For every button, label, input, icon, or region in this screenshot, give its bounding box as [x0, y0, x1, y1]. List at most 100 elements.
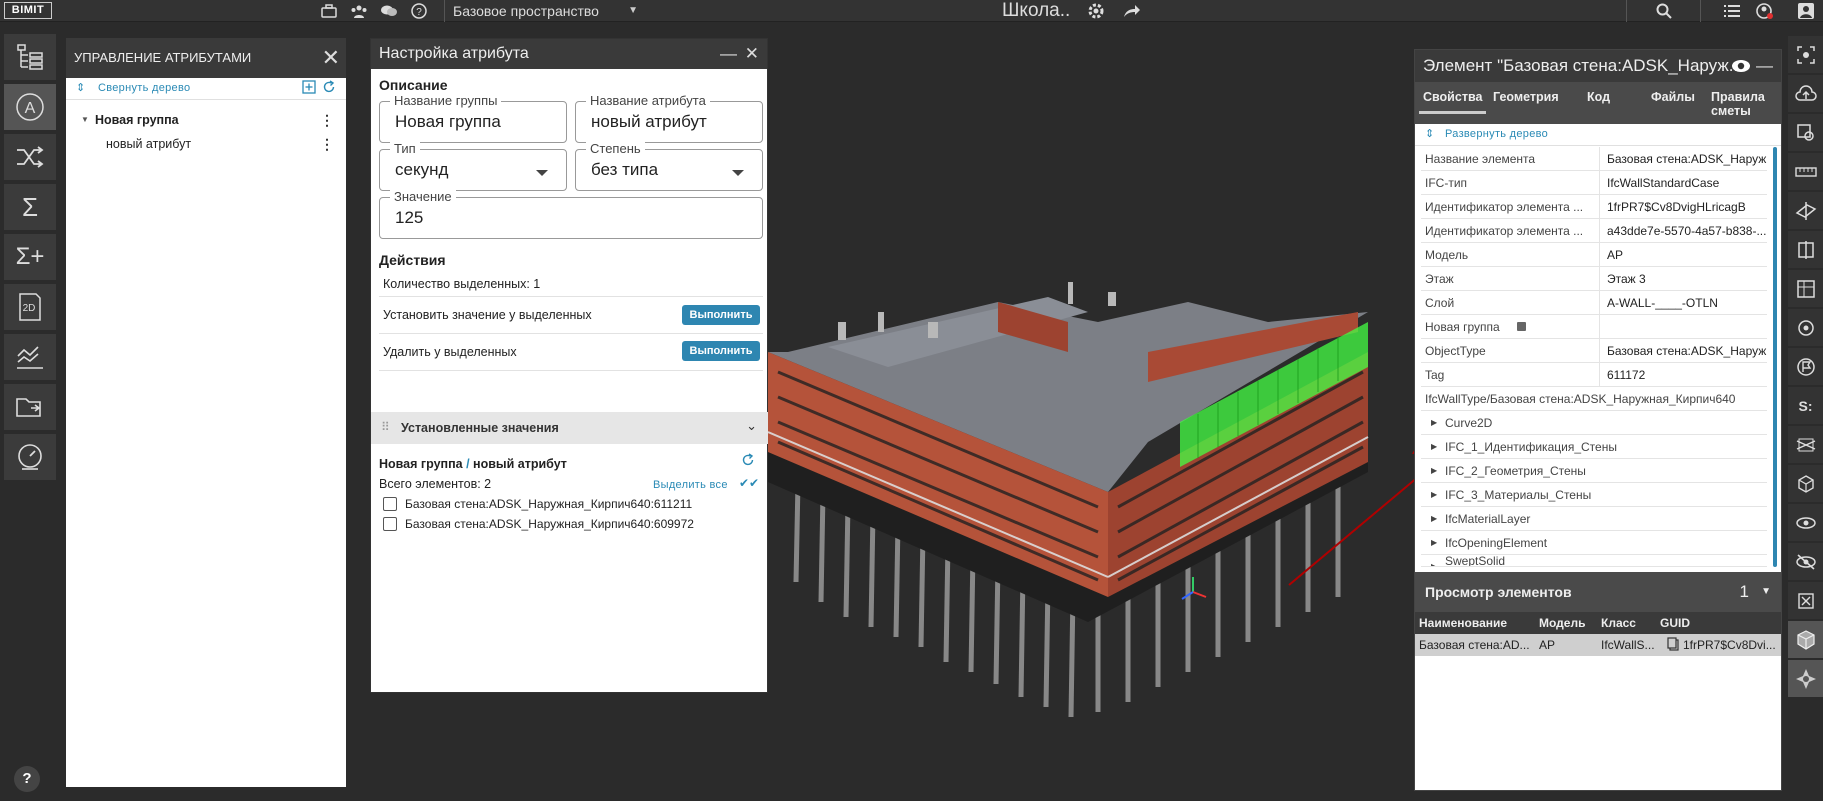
type-select[interactable]: Тип секунд: [379, 141, 567, 191]
workspace-select[interactable]: Базовое пространство ▼: [444, 0, 654, 22]
chart-icon[interactable]: [4, 334, 56, 380]
clear-selection-icon[interactable]: [1788, 582, 1823, 619]
help-button[interactable]: ?: [14, 766, 40, 792]
show-icon[interactable]: [1788, 504, 1823, 541]
table-row: Название элемента Базовая стена:ADSK_Нару…: [1421, 147, 1767, 171]
xray-icon[interactable]: [1788, 426, 1823, 463]
item-checkbox[interactable]: [383, 517, 397, 531]
section-box-icon[interactable]: [1788, 231, 1823, 268]
group-name-field[interactable]: Название группы Новая группа: [379, 93, 567, 143]
table-row[interactable]: Базовая стена:AD... АР IfcWallS... 1frPR…: [1415, 634, 1781, 656]
properties-table: Название элемента Базовая стена:ADSK_Нару…: [1421, 147, 1767, 567]
tree-group-row[interactable]: ▶ IfcOpeningElement: [1421, 531, 1767, 555]
close-icon[interactable]: ✕: [745, 39, 759, 69]
ruler-icon[interactable]: [1788, 153, 1823, 190]
tag-icon[interactable]: [1517, 322, 1526, 331]
target-icon[interactable]: [1788, 309, 1823, 346]
tree-icon[interactable]: [4, 34, 56, 80]
gear-icon[interactable]: [1082, 0, 1110, 22]
caret-down-icon[interactable]: ▼: [81, 108, 89, 132]
tab-properties[interactable]: Свойства: [1418, 90, 1487, 114]
expand-tree-icon[interactable]: ⇕: [1425, 127, 1434, 140]
col-model[interactable]: Модель: [1539, 616, 1585, 630]
sum-icon[interactable]: Σ: [4, 184, 56, 230]
copy-icon[interactable]: [1667, 637, 1679, 654]
collapse-tree-link[interactable]: Свернуть дерево: [98, 82, 190, 94]
col-guid[interactable]: GUID: [1660, 616, 1690, 630]
search-icon[interactable]: [1650, 0, 1678, 22]
element-title: Элемент "Базовая стена:ADSK_Наруж...: [1423, 56, 1743, 75]
add-box-icon[interactable]: [302, 80, 316, 99]
notifications-icon[interactable]: [1750, 0, 1778, 22]
flag-icon[interactable]: [1788, 348, 1823, 385]
users-icon[interactable]: [348, 0, 370, 22]
help-icon[interactable]: ?: [408, 0, 430, 22]
attribute-name-field[interactable]: Название атрибута новый атрибут: [575, 93, 763, 143]
drag-handle-icon[interactable]: ⠿: [381, 420, 390, 434]
3d-viewport[interactable]: [767, 22, 1419, 789]
scrollbar[interactable]: [1773, 147, 1777, 567]
tab-geometry[interactable]: Геометрия: [1493, 90, 1559, 104]
chevron-down-icon[interactable]: ⌄: [746, 418, 757, 434]
focus-icon[interactable]: [1788, 36, 1823, 73]
caret-down-icon: [732, 170, 744, 176]
gauge-icon[interactable]: [4, 434, 56, 480]
tab-code[interactable]: Код: [1587, 90, 1610, 104]
folder-icon[interactable]: [4, 384, 56, 430]
expand-tree-link[interactable]: Развернуть дерево: [1445, 128, 1548, 140]
chat-icon[interactable]: [378, 0, 400, 22]
cloud-upload-icon[interactable]: [1788, 75, 1823, 112]
tree-group-row[interactable]: ▶ IFC_3_Материалы_Стены: [1421, 483, 1767, 507]
shuffle-icon[interactable]: [4, 134, 56, 180]
view-cube-icon[interactable]: [1788, 621, 1823, 658]
ai-tool-icon[interactable]: S:: [1788, 387, 1823, 424]
degree-select[interactable]: Степень без типа: [575, 141, 763, 191]
tree-group-row[interactable]: ▶ IFC_1_Идентификация_Стены: [1421, 435, 1767, 459]
2d-icon[interactable]: 2D: [4, 284, 56, 330]
value-field[interactable]: Значение 125: [379, 189, 763, 239]
viewer-columns: Наименование Модель Класс GUID: [1415, 612, 1781, 634]
element-viewer-header[interactable]: Просмотр элементов 1 ▼: [1415, 572, 1781, 612]
refresh-icon[interactable]: [741, 453, 755, 472]
eye-icon[interactable]: [1731, 50, 1751, 85]
hide-icon[interactable]: [1788, 543, 1823, 580]
delete-execute-button[interactable]: Выполнить: [682, 341, 760, 361]
grid-icon[interactable]: [1788, 270, 1823, 307]
tree-group-row[interactable]: ▶ SweptSolid: [1421, 555, 1767, 567]
minimize-icon[interactable]: —: [1756, 50, 1773, 82]
user-icon[interactable]: [1792, 0, 1820, 22]
cube-icon[interactable]: [1788, 465, 1823, 502]
tab-files[interactable]: Файлы: [1651, 90, 1695, 104]
more-vertical-icon[interactable]: ⋮: [320, 132, 334, 156]
set-value-execute-button[interactable]: Выполнить: [682, 305, 760, 325]
tab-estimate-rules[interactable]: Правила сметы: [1711, 90, 1765, 118]
zoom-selection-icon[interactable]: [1788, 114, 1823, 151]
share-icon[interactable]: [1118, 0, 1146, 22]
building-model[interactable]: [767, 22, 1419, 789]
col-class[interactable]: Класс: [1601, 616, 1636, 630]
refresh-icon[interactable]: [322, 80, 336, 99]
list-icon[interactable]: [1718, 0, 1746, 22]
select-all-link[interactable]: Выделить все: [653, 479, 728, 491]
tree-group-item[interactable]: ▼ Новая группа ⋮: [66, 108, 346, 132]
sum-plus-icon[interactable]: Σ+: [4, 234, 56, 280]
close-icon[interactable]: ✕: [322, 38, 340, 78]
tree-group-row[interactable]: ▶ IFC_2_Геометрия_Стены: [1421, 459, 1767, 483]
double-check-icon[interactable]: ✔✔: [739, 476, 759, 490]
table-row: Tag 611172: [1421, 363, 1767, 387]
tree-group-row[interactable]: ▶ Curve2D: [1421, 411, 1767, 435]
col-name[interactable]: Наименование: [1419, 616, 1507, 630]
item-checkbox[interactable]: [383, 497, 397, 511]
attribute-icon[interactable]: A: [4, 84, 56, 130]
caret-down-icon[interactable]: ▼: [1761, 572, 1771, 612]
tree-attribute-item[interactable]: новый атрибут ⋮: [66, 132, 346, 156]
installed-values-header[interactable]: ⠿ Установленные значения ⌄: [371, 412, 769, 444]
tree-group-row[interactable]: ▶ IfcMaterialLayer: [1421, 507, 1767, 531]
section-plane-icon[interactable]: [1788, 192, 1823, 229]
minimize-icon[interactable]: —: [720, 39, 737, 69]
navigation-icon[interactable]: [1788, 660, 1823, 697]
table-row: Идентификатор элемента ... a43dde7e-5570-…: [1421, 219, 1767, 243]
collapse-tree-icon[interactable]: ⇕: [76, 81, 85, 94]
more-vertical-icon[interactable]: ⋮: [320, 108, 334, 132]
briefcase-icon[interactable]: [318, 0, 340, 22]
